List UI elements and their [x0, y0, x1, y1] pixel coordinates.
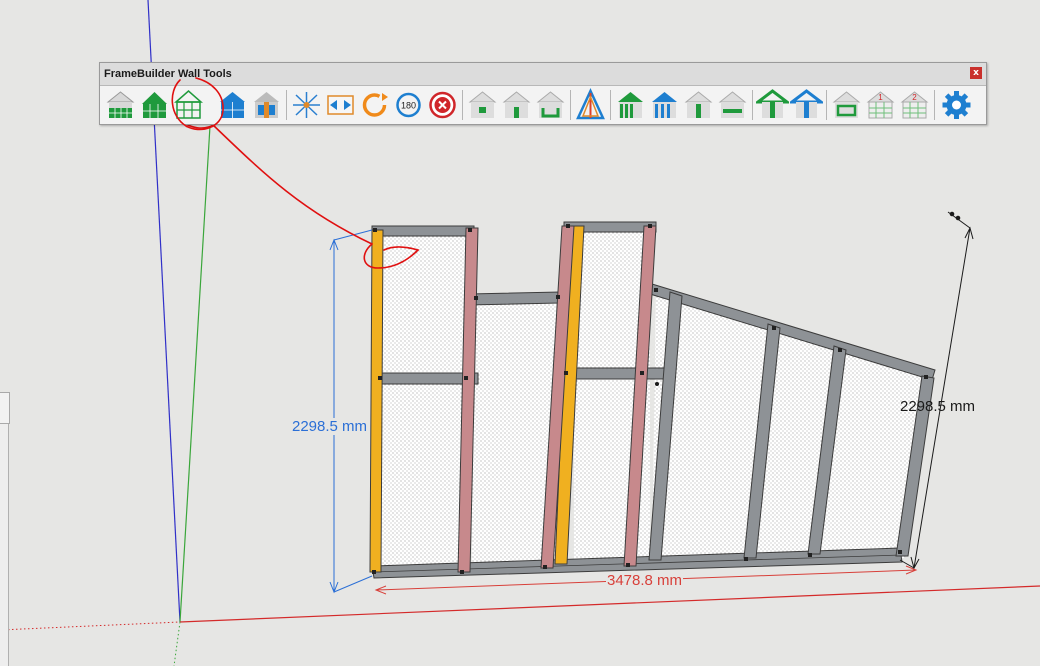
toolbar-separator [462, 90, 463, 120]
dimension-left-label: 2298.5 mm [292, 418, 368, 435]
opening-u-icon[interactable] [534, 88, 567, 122]
green-house-icon[interactable] [614, 88, 647, 122]
green-axis-dotted [173, 621, 181, 666]
grid-2-icon[interactable]: 2 [898, 88, 931, 122]
red-axis-dotted [0, 621, 181, 631]
red-axis [179, 585, 1040, 623]
green-roof-icon[interactable] [756, 88, 789, 122]
green-axis [179, 125, 211, 623]
grid-1-label: 1 [878, 93, 883, 102]
side-panel [0, 424, 9, 666]
gable-wall-icon[interactable] [138, 88, 171, 122]
toolbar-separator [752, 90, 753, 120]
rotate-icon[interactable] [358, 88, 391, 122]
framebuilder-wall-toolbar[interactable]: FrameBuilder Wall Tools x 180 1 2 [99, 62, 987, 125]
framed-gable-icon[interactable] [172, 88, 205, 122]
grid-1-icon[interactable]: 1 [864, 88, 897, 122]
toolbar-separator [934, 90, 935, 120]
dimension-bottom-label: 3478.8 mm [606, 572, 684, 589]
toolbar-title: FrameBuilder Wall Tools [104, 68, 232, 80]
delete-icon[interactable] [426, 88, 459, 122]
dimension-left[interactable] [329, 229, 373, 594]
blue-house-icon[interactable] [648, 88, 681, 122]
opening-square-icon[interactable] [466, 88, 499, 122]
opening-door-icon[interactable] [500, 88, 533, 122]
toolbar-separator [286, 90, 287, 120]
stud-icon[interactable] [682, 88, 715, 122]
toolbar-separator [826, 90, 827, 120]
cursor-point [655, 382, 659, 386]
toolbar-separator [570, 90, 571, 120]
triangle-icon[interactable] [574, 88, 607, 122]
close-button[interactable]: x [970, 67, 982, 79]
rotate-180-icon[interactable]: 180 [392, 88, 425, 122]
header-icon[interactable] [716, 88, 749, 122]
explode-icon[interactable] [290, 88, 323, 122]
toolbar-separator [610, 90, 611, 120]
wall-panel-icon[interactable] [104, 88, 137, 122]
toolbar-buttons: 180 1 2 [104, 88, 982, 122]
blue-window-wall-icon[interactable] [250, 88, 283, 122]
window-frame-icon[interactable] [830, 88, 863, 122]
blue-roof-icon[interactable] [790, 88, 823, 122]
stretch-icon[interactable] [324, 88, 357, 122]
blue-wall-icon[interactable] [216, 88, 249, 122]
dimension-right-label: 2298.5 mm [900, 398, 976, 415]
side-panel-tab[interactable] [0, 392, 10, 424]
grid-2-label: 2 [912, 93, 917, 102]
settings-gear-icon[interactable] [940, 88, 973, 122]
toolbar-titlebar[interactable]: FrameBuilder Wall Tools x [100, 63, 986, 86]
rotate-180-label: 180 [401, 101, 416, 111]
